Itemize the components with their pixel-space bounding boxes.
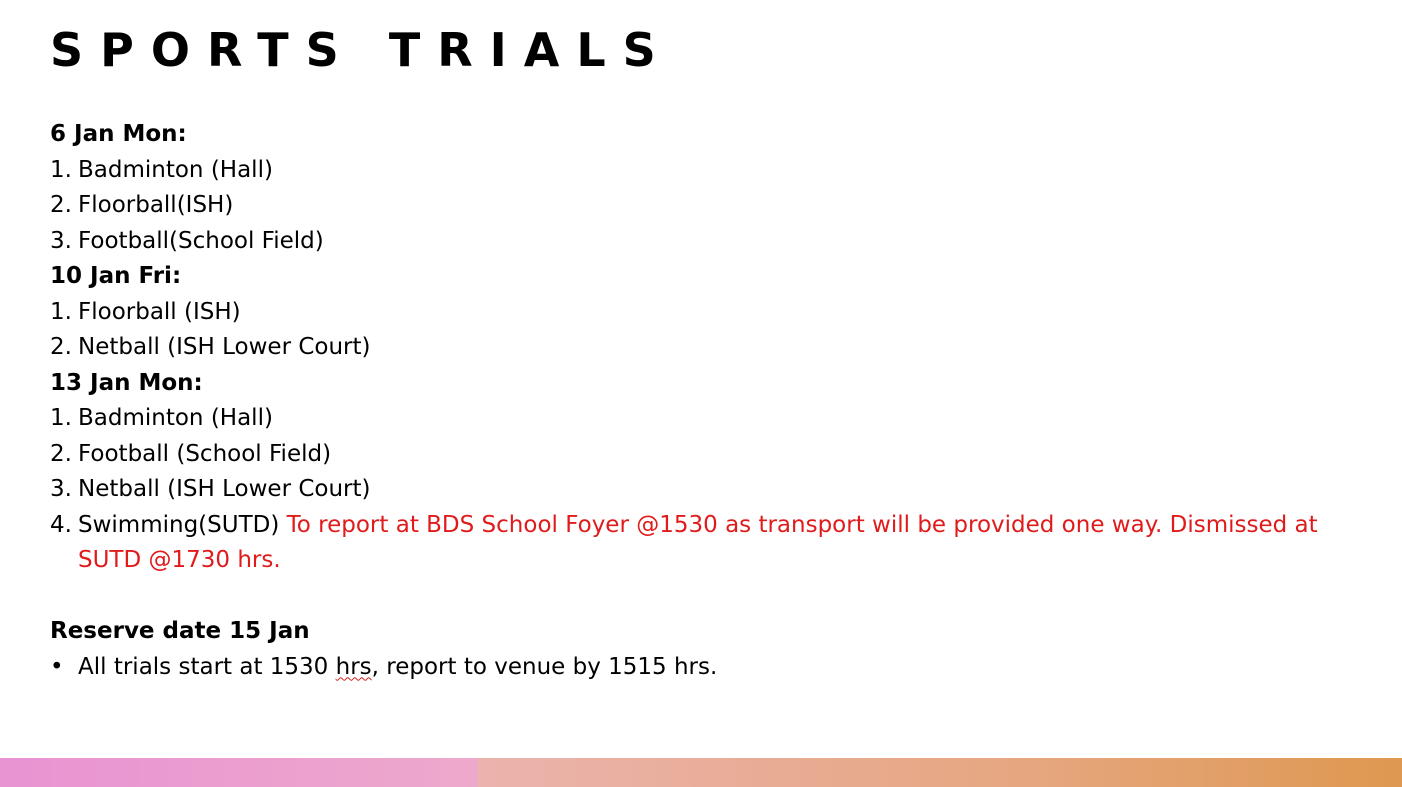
reserve-heading: Reserve date 15 Jan <box>50 618 310 644</box>
bullet-text-end: , report to venue by 1515 hrs. <box>371 653 718 680</box>
list-item-text-with-note: Swimming(SUTD) To report at BDS School F… <box>78 508 1360 579</box>
list-item-text: Netball (ISH Lower Court) <box>78 476 371 502</box>
list-item-text: Netball (ISH Lower Court) <box>78 334 371 360</box>
bullet-text-start: All trials start at 1530 <box>78 653 336 680</box>
footer-bar-orange-segment <box>478 758 1402 787</box>
list-item: 3. Football(School Field) <box>50 224 1360 260</box>
section-heading: 6 Jan Mon: <box>50 121 187 147</box>
list-item-text: Football (School Field) <box>78 440 332 467</box>
list-item-text: Football(School Field) <box>78 227 324 254</box>
list-number: 2. <box>50 192 72 218</box>
list-item: 2. Netball (ISH Lower Court) <box>50 330 1360 366</box>
list-item-text: Floorball (ISH) <box>78 298 241 325</box>
list-number: 3. <box>50 476 72 502</box>
list-item-text: Floorball(ISH) <box>78 192 234 218</box>
list-item: 1. Badminton (Hall) <box>50 153 1360 189</box>
list-item-text: Badminton (Hall) <box>78 156 273 183</box>
list-item: 3. Netball (ISH Lower Court) <box>50 472 1360 508</box>
list-number: 4. <box>50 511 72 538</box>
list-item: 4. Swimming(SUTD) To report at BDS Schoo… <box>50 508 1360 579</box>
list-item-text: Badminton (Hall) <box>78 405 273 431</box>
bullet-text: All trials start at 1530 hrs, report to … <box>78 650 1360 686</box>
section-heading: 10 Jan Fri: <box>50 263 182 289</box>
list-item: 1. Floorball (ISH) <box>50 295 1360 331</box>
list-item: 2. Football (School Field) <box>50 437 1360 473</box>
section-heading: 13 Jan Mon: <box>50 369 203 396</box>
list-item: 2. Floorball(ISH) <box>50 188 1360 224</box>
footer-bar-pink-segment <box>0 758 478 787</box>
list-number: 2. <box>50 334 72 360</box>
list-number: 1. <box>50 156 72 183</box>
footer-gradient-bar <box>0 758 1402 787</box>
list-item: 1. Badminton (Hall) <box>50 401 1360 437</box>
slide-content: 6 Jan Mon: 1. Badminton (Hall) 2. Floorb… <box>50 117 1360 685</box>
list-item-text: Swimming(SUTD) <box>78 511 280 538</box>
list-number: 1. <box>50 298 72 325</box>
bullet-item: • All trials start at 1530 hrs, report t… <box>50 650 1360 686</box>
spellcheck-flagged-word: hrs <box>335 653 372 680</box>
list-number: 2. <box>50 440 72 467</box>
list-number: 1. <box>50 405 72 431</box>
slide-title: SPORTS TRIALS <box>50 23 673 77</box>
list-number: 3. <box>50 227 72 254</box>
bullet-marker: • <box>50 653 64 680</box>
